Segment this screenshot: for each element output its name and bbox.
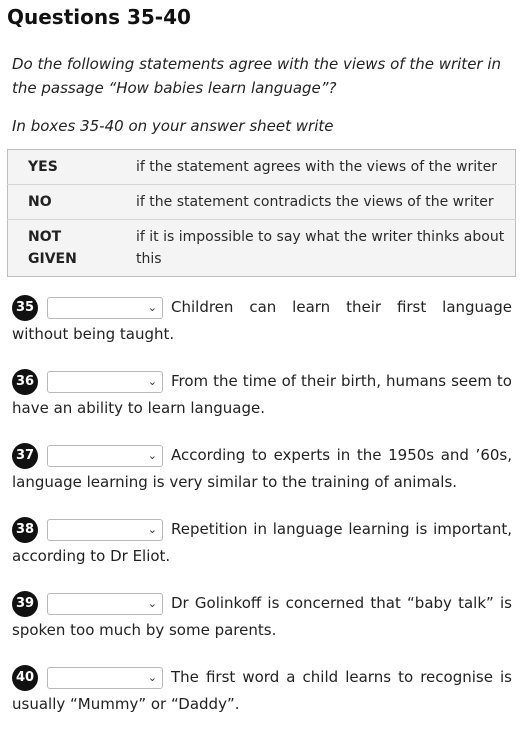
intro-text: Do the following statements agree with t… <box>12 55 502 97</box>
key-definition: if the statement contradicts the views o… <box>118 184 516 220</box>
instruction-text: In boxes 35-40 on your answer sheet writ… <box>12 117 334 135</box>
answer-select-35[interactable]: ⌄ <box>47 296 163 319</box>
key-definition: if it is impossible to say what the writ… <box>136 229 505 267</box>
question-38: 38 ⌄ Repetition in language learning is im… <box>12 516 512 570</box>
question-39: 39 ⌄ Dr Golinkoff is concerned that “baby … <box>12 590 512 644</box>
key-row-yes: YES if the statement agrees with the vie… <box>7 149 516 185</box>
answer-select-39[interactable]: ⌄ <box>47 592 163 615</box>
answer-key-table: YES if the statement agrees with the vie… <box>7 149 516 277</box>
chevron-down-icon: ⌄ <box>147 374 157 388</box>
question-number-badge: 35 <box>12 294 38 321</box>
key-term: YES <box>7 149 118 185</box>
chevron-down-icon: ⌄ <box>147 448 157 462</box>
answer-select-40[interactable]: ⌄ <box>47 666 163 689</box>
question-40: 40 ⌄ The first word a child learns to reco… <box>12 664 512 718</box>
section-heading: Questions 35-40 <box>7 5 191 29</box>
key-row-no: NO if the statement contradicts the view… <box>7 184 516 220</box>
question-number-badge: 40 <box>12 664 38 691</box>
question-number-badge: 36 <box>12 368 38 395</box>
key-definition: if the statement agrees with the views o… <box>118 149 516 185</box>
question-37: 37 ⌄ According to experts in the 1950s and… <box>12 442 512 496</box>
key-row-not-given: NOT GIVEN if it is impossible to say wha… <box>8 220 516 277</box>
question-36: 36 ⌄ From the time of their birth, humans … <box>12 368 512 422</box>
question-number-badge: 37 <box>12 442 38 469</box>
chevron-down-icon: ⌄ <box>147 596 157 610</box>
chevron-down-icon: ⌄ <box>147 522 157 536</box>
key-term: NOT GIVEN <box>28 229 77 267</box>
question-number-badge: 39 <box>12 590 38 617</box>
answer-select-36[interactable]: ⌄ <box>47 370 163 393</box>
question-number-badge: 38 <box>12 516 38 543</box>
questions-section: Questions 35-40 Do the following stateme… <box>0 5 520 718</box>
chevron-down-icon: ⌄ <box>147 300 157 314</box>
answer-select-38[interactable]: ⌄ <box>47 518 163 541</box>
answer-select-37[interactable]: ⌄ <box>47 444 163 467</box>
key-term: NO <box>7 184 118 220</box>
question-35: 35 ⌄ Children can learn their first langua… <box>12 294 512 348</box>
chevron-down-icon: ⌄ <box>147 670 157 684</box>
